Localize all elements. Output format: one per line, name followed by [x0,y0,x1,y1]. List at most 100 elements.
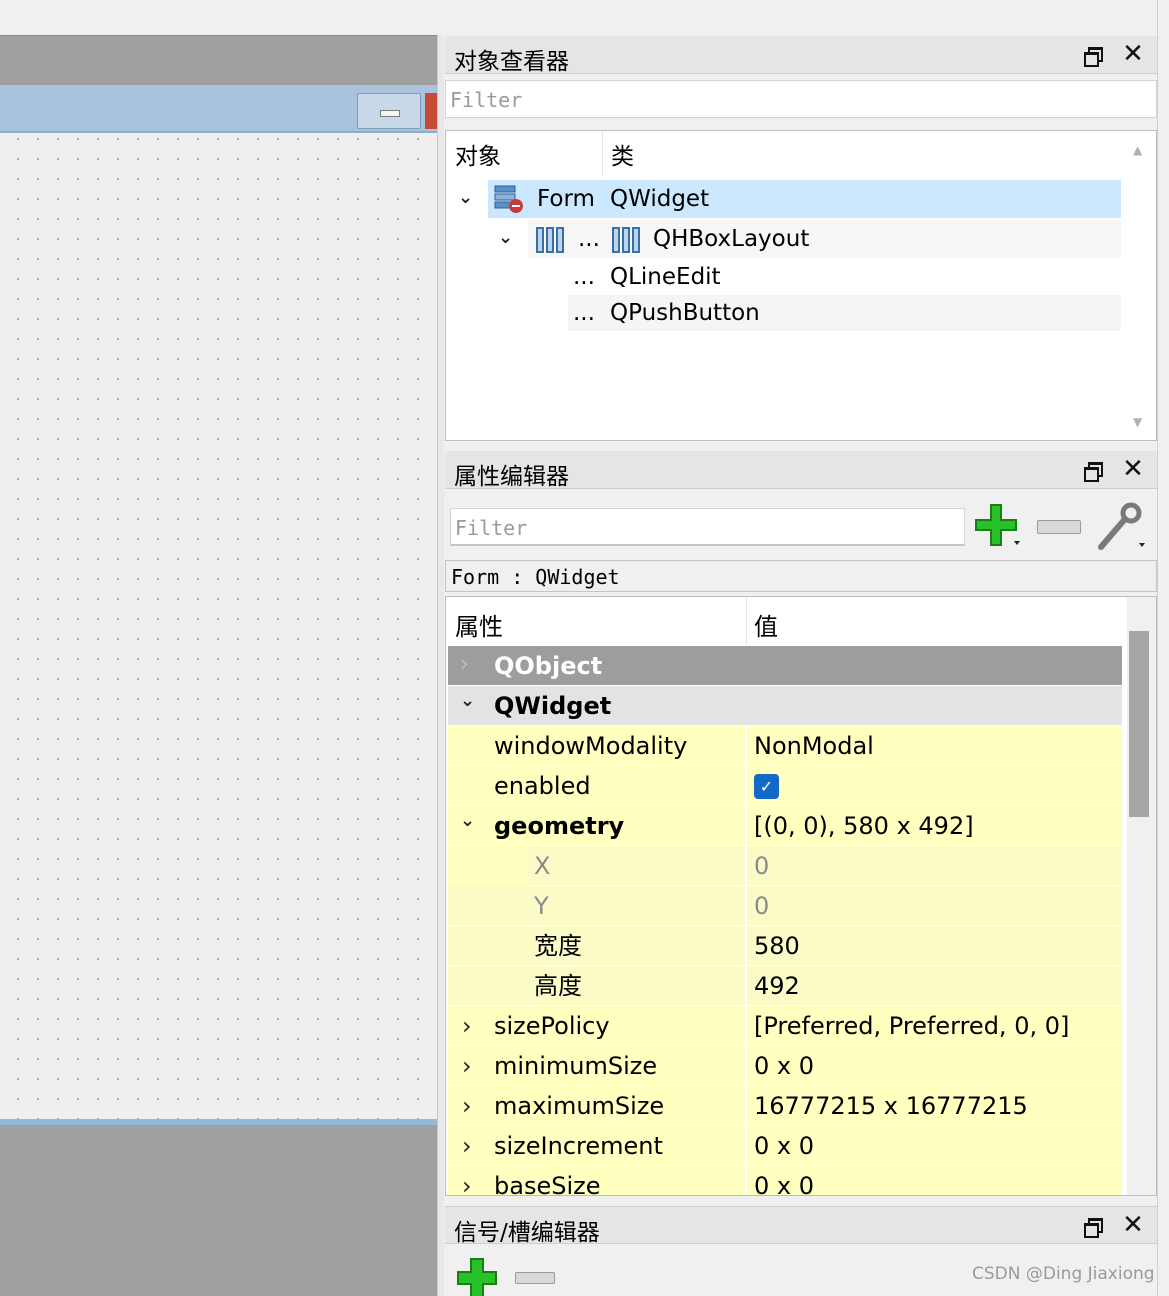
hbox-layout-icon [612,227,640,253]
top-strip [0,0,437,35]
property-name: enabled [494,772,591,800]
close-icon[interactable]: ✕ [1122,456,1144,482]
group-row-qobject[interactable]: › QObject [448,646,1122,686]
property-row-x[interactable]: X 0 [448,846,1122,886]
mdi-background [0,35,437,85]
scroll-up-icon[interactable]: ▲ [1133,143,1142,157]
form-close-button[interactable] [425,93,437,129]
dock-splitter[interactable] [437,35,444,1296]
object-tree[interactable]: 对象 类 ⌄ Form QWidget ⌄ ... QHBoxLayout ..… [445,130,1157,441]
property-value[interactable]: 492 [754,966,800,1006]
property-value[interactable]: 0 x 0 [754,1126,814,1166]
group-row-qwidget[interactable]: ⌄ QWidget [448,686,1122,726]
property-row-windowmodality[interactable]: windowModality NonModal [448,726,1122,766]
tree-cell-object: ... [578,226,600,252]
signal-slot-editor-titlebar: 信号/槽编辑器 ✕ [445,1206,1157,1246]
property-value[interactable]: 580 [754,926,800,966]
close-icon[interactable]: ✕ [1122,41,1144,67]
wrench-icon[interactable] [1095,501,1147,553]
remove-connection-icon[interactable] [515,1272,555,1284]
add-dynamic-property-icon[interactable] [974,503,1022,551]
property-name: sizeIncrement [494,1132,663,1160]
property-name: minimumSize [494,1052,658,1080]
property-name: maximumSize [494,1092,665,1120]
property-value[interactable]: 0 [754,886,769,926]
property-value[interactable]: 0 x 0 [754,1046,814,1086]
property-name: sizePolicy [494,1012,610,1040]
close-icon[interactable]: ✕ [1122,1212,1144,1238]
property-value[interactable]: 16777215 x 16777215 [754,1086,1028,1126]
minimize-icon [380,110,400,117]
enabled-checkbox[interactable]: ✓ [754,774,779,799]
property-row-y[interactable]: Y 0 [448,886,1122,926]
chevron-right-icon[interactable]: › [462,1052,472,1080]
float-icon[interactable] [1081,1215,1103,1238]
property-name: 宽度 [534,932,582,960]
property-row-enabled[interactable]: enabled ✓ [448,766,1122,806]
property-name: geometry [494,812,625,840]
property-table[interactable]: 属性 值 › QObject ⌄ QWidget windowModality … [445,596,1157,1196]
column-header-object[interactable]: 对象 [455,137,501,171]
chevron-down-icon[interactable]: ⌄ [458,187,473,208]
property-row-width[interactable]: 宽度 580 [448,926,1122,966]
column-header-property[interactable]: 属性 [455,607,503,642]
scrollbar-thumb[interactable] [1129,631,1149,817]
tree-cell-class: QWidget [610,186,710,212]
property-value[interactable]: 0 x 0 [754,1166,814,1195]
header-divider [602,131,603,177]
property-name: X [534,852,551,880]
right-edge-strip [1157,0,1169,1296]
hbox-layout-icon [536,227,564,253]
form-minimize-button[interactable] [357,93,421,129]
property-row-minimumsize[interactable]: › minimumSize 0 x 0 [448,1046,1122,1086]
property-row-sizepolicy[interactable]: › sizePolicy [Preferred, Preferred, 0, 0… [448,1006,1122,1046]
property-name: windowModality [494,732,688,760]
chevron-right-icon[interactable]: › [462,1172,472,1195]
chevron-down-icon[interactable]: ⌄ [460,810,475,831]
watermark: CSDN @Ding Jiaxiong [972,1264,1155,1284]
property-value[interactable]: NonModal [754,726,874,766]
property-value[interactable]: 0 [754,846,769,886]
chevron-down-icon[interactable]: ⌄ [498,227,513,248]
property-row-sizeincrement[interactable]: › sizeIncrement 0 x 0 [448,1126,1122,1166]
tree-cell-class: QPushButton [610,300,760,326]
column-header-class[interactable]: 类 [611,137,634,171]
property-name: baseSize [494,1172,601,1196]
property-filter-input[interactable]: Filter [450,508,965,546]
add-connection-icon[interactable] [456,1257,498,1296]
group-label: QObject [494,652,603,680]
chevron-down-icon[interactable]: ⌄ [460,690,475,711]
header-divider [746,597,747,645]
tree-cell-object: ... [573,264,595,290]
scroll-down-icon[interactable]: ▼ [1133,415,1142,429]
object-inspector-title: 对象查看器 [454,49,569,75]
column-header-value[interactable]: 值 [754,607,778,642]
chevron-right-icon[interactable]: › [460,652,469,677]
tree-cell-object: ... [573,300,595,326]
remove-property-icon[interactable] [1037,520,1081,534]
tree-cell-class: QHBoxLayout [653,226,810,252]
chevron-right-icon[interactable]: › [462,1012,472,1040]
property-value[interactable]: [Preferred, Preferred, 0, 0] [754,1006,1069,1046]
current-object-label: Form : QWidget [445,560,1157,592]
float-icon[interactable] [1081,44,1103,67]
tree-cell-class[interactable]: QLineEdit [610,258,721,296]
property-row-basesize[interactable]: › baseSize 0 x 0 [448,1166,1122,1196]
mdi-background-bottom [0,1125,437,1296]
signal-slot-editor-title: 信号/槽编辑器 [454,1220,600,1246]
form-design-canvas[interactable] [0,135,437,1120]
property-row-geometry[interactable]: ⌄ geometry [(0, 0), 580 x 492] [448,806,1122,846]
property-editor-titlebar: 属性编辑器 ✕ [445,451,1157,490]
group-label: QWidget [494,692,612,720]
property-value[interactable]: [(0, 0), 580 x 492] [754,806,974,846]
object-filter-input[interactable]: Filter [445,80,1157,118]
form-widget-icon [494,184,524,214]
float-icon[interactable] [1081,459,1103,482]
property-editor-title: 属性编辑器 [454,464,569,490]
chevron-right-icon[interactable]: › [462,1092,472,1120]
property-row-maximumsize[interactable]: › maximumSize 16777215 x 16777215 [448,1086,1122,1126]
property-name: Y [534,892,549,920]
property-row-height[interactable]: 高度 492 [448,966,1122,1006]
chevron-right-icon[interactable]: › [462,1132,472,1160]
property-scrollbar[interactable] [1127,597,1156,1195]
